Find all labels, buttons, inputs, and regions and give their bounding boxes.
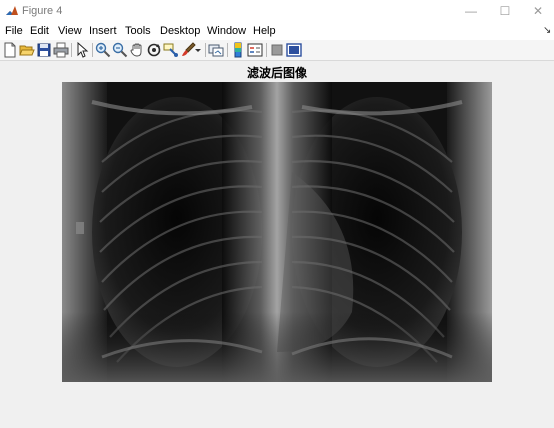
toolbar-separator bbox=[71, 43, 72, 57]
matlab-logo-icon bbox=[5, 4, 19, 18]
menu-desktop[interactable]: Desktop bbox=[160, 24, 200, 38]
menu-view[interactable]: View bbox=[58, 24, 82, 38]
link-plot-icon[interactable] bbox=[208, 42, 224, 58]
insert-colorbar-icon[interactable] bbox=[230, 42, 246, 58]
data-cursor-icon[interactable] bbox=[163, 42, 179, 58]
edit-plot-arrow-icon[interactable] bbox=[74, 42, 90, 58]
window-title: Figure 4 bbox=[22, 5, 63, 17]
menu-tools[interactable]: Tools bbox=[125, 24, 151, 38]
rotate-3d-icon[interactable] bbox=[146, 42, 162, 58]
hide-plot-tools-icon[interactable] bbox=[269, 42, 285, 58]
chest-xray-image bbox=[62, 82, 492, 382]
zoom-out-icon[interactable] bbox=[112, 42, 128, 58]
menu-edit[interactable]: Edit bbox=[30, 24, 49, 38]
insert-legend-icon[interactable] bbox=[247, 42, 263, 58]
close-button[interactable]: ✕ bbox=[522, 0, 554, 22]
dock-arrow-icon[interactable]: ↘ bbox=[543, 24, 551, 38]
menu-file[interactable]: File bbox=[5, 24, 23, 38]
window-titlebar: Figure 4 — ☐ ✕ bbox=[0, 0, 554, 23]
new-figure-icon[interactable] bbox=[2, 42, 18, 58]
figure-toolbar bbox=[0, 40, 554, 61]
minimize-button[interactable]: — bbox=[455, 0, 487, 22]
toolbar-separator bbox=[266, 43, 267, 57]
toolbar-separator bbox=[92, 43, 93, 57]
pan-hand-icon[interactable] bbox=[129, 42, 145, 58]
toolbar-separator bbox=[205, 43, 206, 57]
menu-window[interactable]: Window bbox=[207, 24, 246, 38]
brush-dropdown-icon[interactable] bbox=[194, 42, 202, 58]
maximize-button[interactable]: ☐ bbox=[489, 0, 521, 22]
open-file-icon[interactable] bbox=[19, 42, 35, 58]
menu-bar: File Edit View Insert Tools Desktop Wind… bbox=[0, 22, 554, 40]
figure-title: 滤波后图像 bbox=[246, 66, 307, 80]
print-icon[interactable] bbox=[53, 42, 69, 58]
toolbar-separator bbox=[227, 43, 228, 57]
menu-insert[interactable]: Insert bbox=[89, 24, 117, 38]
save-icon[interactable] bbox=[36, 42, 52, 58]
menu-help[interactable]: Help bbox=[253, 24, 276, 38]
show-plot-tools-icon[interactable] bbox=[286, 42, 302, 58]
zoom-in-icon[interactable] bbox=[95, 42, 111, 58]
